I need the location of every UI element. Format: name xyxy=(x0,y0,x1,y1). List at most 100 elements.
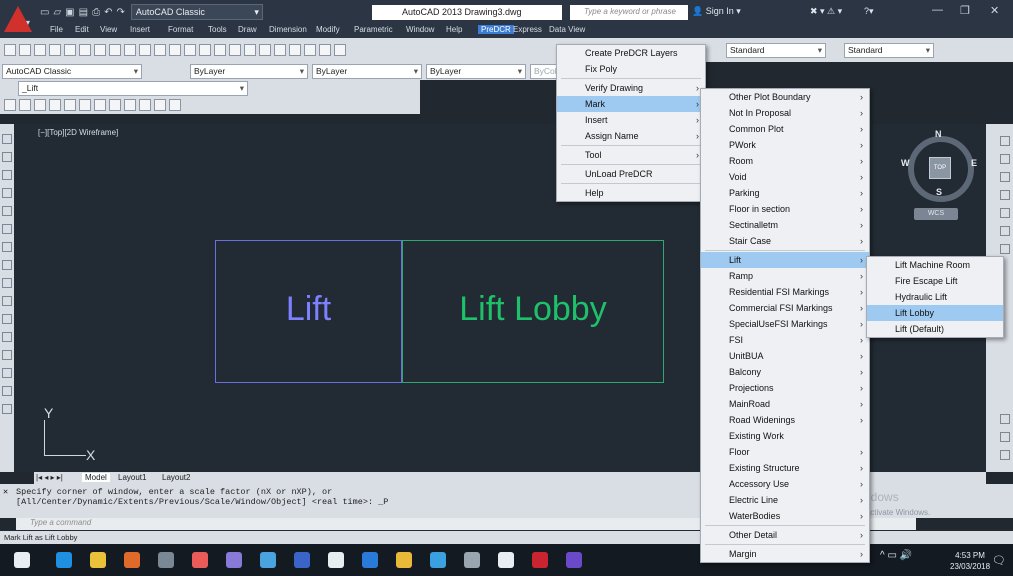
workspace-selector[interactable]: AutoCAD Classic ▾ xyxy=(130,4,263,20)
array-icon[interactable] xyxy=(1000,208,1010,218)
mail-icon[interactable] xyxy=(328,552,344,568)
menu-item-help[interactable]: Help xyxy=(557,185,705,201)
close-icon[interactable]: ✕ xyxy=(3,487,8,497)
layer-select[interactable]: _Lift ▾ xyxy=(18,81,248,96)
tool-palette-icon[interactable] xyxy=(274,44,286,56)
help-icon[interactable] xyxy=(334,44,346,56)
explode-icon[interactable] xyxy=(1000,450,1010,460)
menu-item-road-widenings[interactable]: Road Widenings › xyxy=(701,412,869,428)
tab-layout2[interactable]: Layout2 xyxy=(162,473,190,482)
menu-tools[interactable]: Tools xyxy=(208,25,227,34)
menu-item-floor-in-section[interactable]: Floor in section › xyxy=(701,201,869,217)
trim-icon[interactable] xyxy=(1000,414,1010,424)
pan-icon[interactable] xyxy=(184,44,196,56)
menu-item-balcony[interactable]: Balcony › xyxy=(701,364,869,380)
rectangle-icon[interactable] xyxy=(2,188,12,198)
search-input[interactable]: Type a keyword or phrase xyxy=(570,5,688,20)
menu-item-unload-predcr[interactable]: UnLoad PreDCR xyxy=(557,166,705,182)
copy-icon[interactable] xyxy=(1000,154,1010,164)
edge-icon[interactable] xyxy=(56,552,72,568)
menu-item-accessory-use[interactable]: Accessory Use › xyxy=(701,476,869,492)
linetype-select[interactable]: ByLayer ▾ xyxy=(312,64,422,79)
menu-data-view[interactable]: Data View xyxy=(549,25,585,34)
app-icon[interactable] xyxy=(566,552,582,568)
menu-item-margin[interactable]: Margin › xyxy=(701,546,869,562)
match-icon[interactable] xyxy=(139,44,151,56)
plot-icon[interactable]: ⎙ xyxy=(92,7,100,18)
new-icon[interactable]: ▭ xyxy=(40,7,49,18)
cut-icon[interactable] xyxy=(94,44,106,56)
menu-view[interactable]: View xyxy=(100,25,117,34)
hatch-icon[interactable] xyxy=(2,314,12,324)
menu-item-insert[interactable]: Insert › xyxy=(557,112,705,128)
menu-draw[interactable]: Draw xyxy=(238,25,257,34)
design-center-icon[interactable] xyxy=(259,44,271,56)
autocad-logo[interactable]: ▾ xyxy=(0,0,36,38)
menu-item-fire-escape-lift[interactable]: Fire Escape Lift xyxy=(867,273,1003,289)
menu-item-create-predcr-layers[interactable]: Create PreDCR Layers xyxy=(557,45,705,61)
rotate-icon[interactable] xyxy=(1000,244,1010,254)
wcs-menu[interactable]: WCS xyxy=(914,208,958,220)
app-icon[interactable] xyxy=(498,552,514,568)
menu-item-other-plot-boundary[interactable]: Other Plot Boundary › xyxy=(701,89,869,105)
spline-icon[interactable] xyxy=(2,242,12,252)
undo-icon[interactable]: ↶ xyxy=(104,7,112,18)
menu-item-tool[interactable]: Tool › xyxy=(557,147,705,163)
menu-item-commercial-fsi-markings[interactable]: Commercial FSI Markings › xyxy=(701,300,869,316)
menu-item-fsi[interactable]: FSI › xyxy=(701,332,869,348)
tab-nav-arrows-icon[interactable]: |◂ ◂ ▸ ▸| xyxy=(36,473,63,482)
ie-icon[interactable] xyxy=(362,552,378,568)
predcr-tool-icon[interactable] xyxy=(154,99,166,111)
menu-item-lift[interactable]: Lift › xyxy=(701,252,869,268)
tab-layout1[interactable]: Layout1 xyxy=(118,473,146,482)
menu-item-residential-fsi-markings[interactable]: Residential FSI Markings › xyxy=(701,284,869,300)
predcr-tool-icon[interactable] xyxy=(49,99,61,111)
viewport-controls[interactable]: [−][Top][2D Wireframe] xyxy=(38,128,118,137)
photos-icon[interactable] xyxy=(430,552,446,568)
app-icon[interactable] xyxy=(226,552,242,568)
system-tray-icons[interactable]: ^ ▭ 🔊 xyxy=(880,550,912,561)
menu-item-hydraulic-lift[interactable]: Hydraulic Lift xyxy=(867,289,1003,305)
sign-in-button[interactable]: 👤 Sign In ▾ xyxy=(692,6,741,17)
gradient-icon[interactable] xyxy=(2,332,12,342)
menu-item-existing-structure[interactable]: Existing Structure › xyxy=(701,460,869,476)
viewcube-top-face[interactable]: TOP xyxy=(929,157,951,179)
menu-format[interactable]: Format xyxy=(168,25,193,34)
calculator-icon[interactable] xyxy=(319,44,331,56)
menu-insert[interactable]: Insert xyxy=(130,25,150,34)
menu-parametric[interactable]: Parametric xyxy=(354,25,393,34)
menu-item-waterbodies[interactable]: WaterBodies › xyxy=(701,508,869,524)
publish-icon[interactable] xyxy=(79,44,91,56)
open-icon[interactable]: ▱ xyxy=(53,7,61,18)
app-icon[interactable] xyxy=(158,552,174,568)
predcr-tool-icon[interactable] xyxy=(169,99,181,111)
menu-item-room[interactable]: Room › xyxy=(701,153,869,169)
exchange-icon[interactable]: ✖ ▾ ⚠ ▾ xyxy=(810,6,842,17)
menu-item-common-plot[interactable]: Common Plot › xyxy=(701,121,869,137)
workspace-combo[interactable]: AutoCAD Classic ▾ xyxy=(2,64,142,79)
menu-item-not-in-proposal[interactable]: Not In Proposal › xyxy=(701,105,869,121)
add-selected-icon[interactable] xyxy=(2,404,12,414)
menu-item-sectinalletm[interactable]: Sectinalletm › xyxy=(701,217,869,233)
compass-west[interactable]: W xyxy=(901,158,910,168)
menu-item-mainroad[interactable]: MainRoad › xyxy=(701,396,869,412)
dim-style-select[interactable]: Standard ▾ xyxy=(726,43,826,58)
file-explorer-icon[interactable] xyxy=(396,552,412,568)
menu-item-lift-default-[interactable]: Lift (Default) xyxy=(867,321,1003,337)
menu-item-lift-lobby[interactable]: Lift Lobby xyxy=(867,305,1003,321)
compass-south[interactable]: S xyxy=(936,187,942,197)
copy-icon[interactable] xyxy=(109,44,121,56)
store-icon[interactable] xyxy=(90,552,106,568)
tab-model[interactable]: Model xyxy=(82,473,110,482)
preview-icon[interactable] xyxy=(64,44,76,56)
color-select[interactable]: ByLayer ▾ xyxy=(190,64,308,79)
table-style-select[interactable]: Standard ▾ xyxy=(844,43,934,58)
save-icon[interactable] xyxy=(34,44,46,56)
lift-lobby-text[interactable]: Lift Lobby xyxy=(402,290,664,329)
ellipse-icon[interactable] xyxy=(2,260,12,270)
erase-icon[interactable] xyxy=(1000,136,1010,146)
mtext-icon[interactable] xyxy=(2,386,12,396)
polygon-icon[interactable] xyxy=(2,170,12,180)
chrome-icon[interactable] xyxy=(124,552,140,568)
menu-item-existing-work[interactable]: Existing Work xyxy=(701,428,869,444)
